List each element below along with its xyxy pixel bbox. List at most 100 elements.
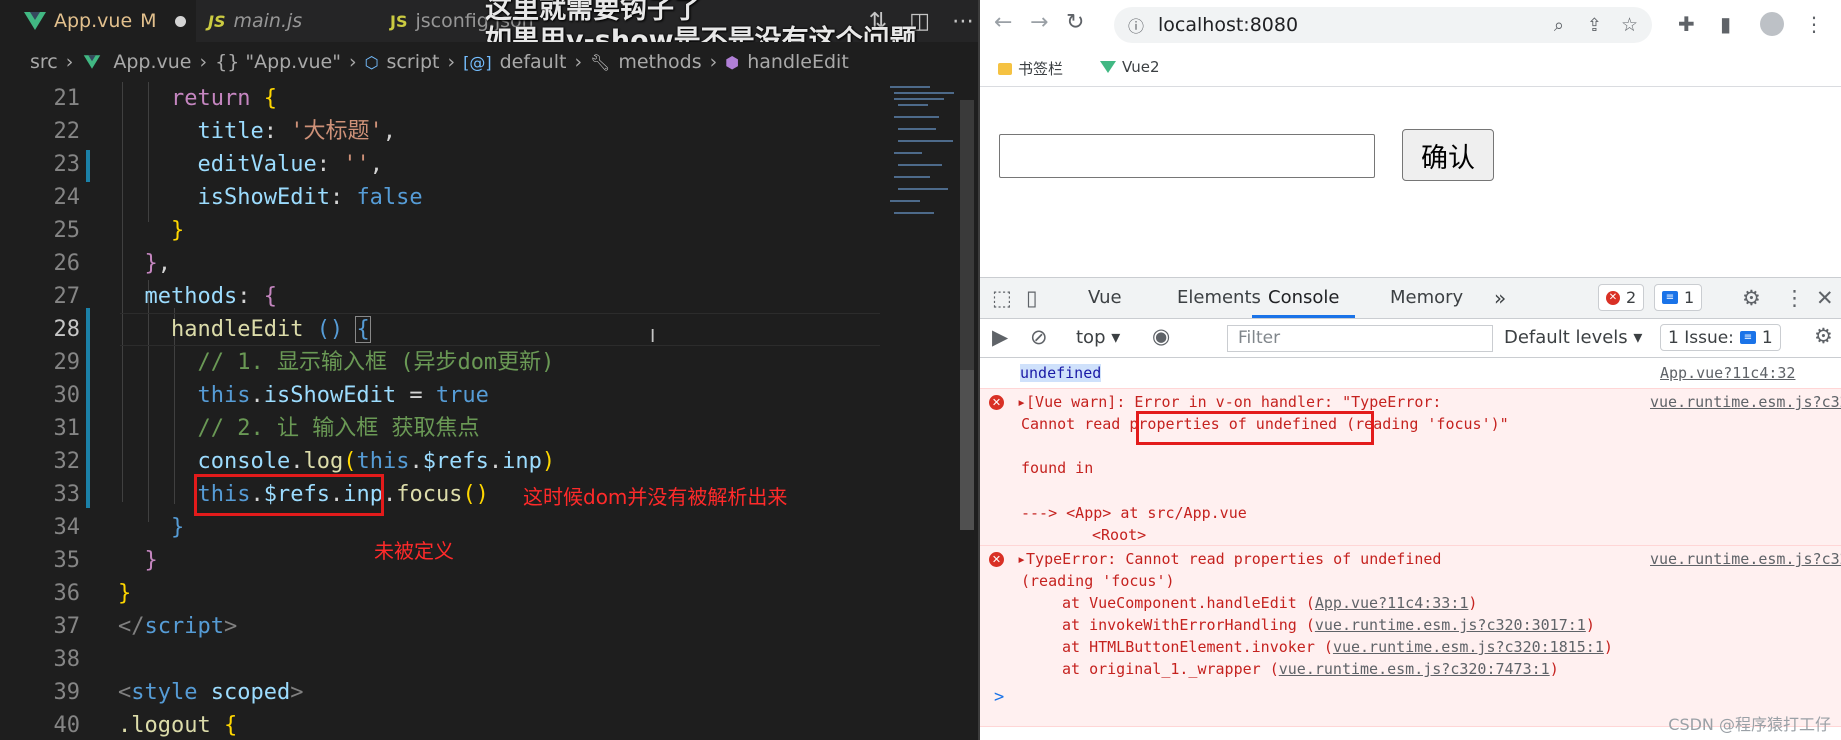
breadcrumb: src › App.vue › {} "App.vue" › ⬡ script …: [0, 42, 978, 82]
console-line: <Root>: [1092, 526, 1147, 544]
tab-console[interactable]: Console: [1252, 278, 1356, 318]
code-line: 23 editValue: '',: [53, 152, 383, 177]
chevron-right-icon: ›: [348, 51, 357, 73]
vue-warn-error-entry: ✕ ▸[Vue warn]: Error in v-on handler: "T…: [980, 388, 1841, 546]
more-tabs-icon[interactable]: »: [1494, 278, 1506, 318]
code-line: 26 },: [53, 251, 172, 276]
breadcrumb-item[interactable]: script: [387, 51, 440, 73]
browser-window: ← → ↻ ⓘ localhost:8080 ⌕ ⇪ ☆ ✚ ▮ ⋮ 书签栏 V…: [978, 0, 1841, 740]
annotation-dom-not-parsed: 这时候dom并没有被解析出来: [523, 485, 788, 509]
more-menu-icon[interactable]: ⋮: [1804, 12, 1824, 36]
site-info-icon[interactable]: ⓘ: [1128, 13, 1144, 37]
caption-line: 这里就需要钩子了: [485, 0, 701, 25]
editor-scroll-thumb[interactable]: [960, 370, 974, 530]
more-options-icon[interactable]: ⋮: [1784, 286, 1805, 310]
inspect-element-icon[interactable]: ⬚: [992, 286, 1012, 310]
clear-console-icon[interactable]: ⊘: [1030, 325, 1048, 349]
breadcrumb-item[interactable]: methods: [618, 51, 701, 73]
bookmark-label: Vue2: [1122, 58, 1160, 76]
tab-label: App.vue: [54, 10, 133, 32]
error-count-badge[interactable]: ✕ 2: [1598, 284, 1645, 311]
error-circle-icon: ✕: [989, 395, 1004, 410]
code-line: 36}: [53, 581, 132, 606]
context-selector[interactable]: top ▾: [1076, 327, 1120, 348]
code-line: 24 isShowEdit: false: [53, 185, 423, 210]
text-input[interactable]: [999, 134, 1375, 178]
back-arrow-icon[interactable]: ←: [994, 10, 1012, 35]
breadcrumb-item[interactable]: default: [500, 51, 567, 73]
tab-app-vue[interactable]: App.vue M: [0, 0, 196, 42]
wrench-icon: 🔧︎: [590, 52, 611, 72]
sidebar-toggle-icon[interactable]: ▶: [992, 325, 1008, 349]
code-line: 32 console.log(this.$refs.inp): [53, 449, 556, 474]
module-icon: [@]: [463, 52, 492, 72]
error-circle-icon: ✕: [989, 552, 1004, 567]
address-bar[interactable]: ⓘ localhost:8080 ⌕ ⇪ ☆: [1114, 7, 1652, 43]
method-icon: ⬢: [725, 52, 740, 72]
extensions-puzzle-icon[interactable]: ✚: [1678, 12, 1695, 36]
source-link[interactable]: App.vue?11c4:32: [1660, 364, 1795, 383]
message-icon: ≡: [1662, 291, 1678, 304]
stack-frame: at original_1._wrapper (vue.runtime.esm.…: [1062, 660, 1559, 678]
live-expression-eye-icon[interactable]: ◉: [1152, 324, 1170, 348]
watermark: CSDN @程序猿打工仔: [1668, 715, 1831, 734]
console-log-value: undefined: [1020, 364, 1102, 382]
code-line: 31 // 2. 让 输入框 获取焦点: [53, 416, 480, 441]
browser-toolbar: ← → ↻ ⓘ localhost:8080 ⌕ ⇪ ☆ ✚ ▮ ⋮: [980, 0, 1841, 50]
minimap[interactable]: [886, 82, 960, 232]
breadcrumb-item[interactable]: {} "App.vue": [215, 51, 341, 73]
issues-button[interactable]: 1 Issue: ≡ 1: [1660, 324, 1781, 351]
modified-indicator: M: [140, 10, 157, 32]
confirm-button[interactable]: 确认: [1402, 129, 1494, 181]
tab-main-js[interactable]: JS main.js: [208, 0, 368, 42]
console-line: ▸[Vue warn]: Error in v-on handler: "Typ…: [1017, 393, 1442, 411]
tab-label: main.js: [233, 10, 303, 32]
stack-frame: at VueComponent.handleEdit (App.vue?11c4…: [1062, 594, 1478, 612]
tab-elements[interactable]: Elements: [1177, 278, 1261, 318]
stack-frame: at invokeWithErrorHandling (vue.runtime.…: [1062, 616, 1595, 634]
source-link[interactable]: vue.runtime.esm.js?c320:3049: [1650, 550, 1841, 569]
tab-vue[interactable]: Vue: [1088, 278, 1122, 318]
console-toolbar: ▶ ⊘ top ▾ ◉ Filter Default levels ▾ 1 Is…: [980, 319, 1841, 358]
filter-input[interactable]: Filter: [1227, 325, 1493, 352]
console-output[interactable]: undefined App.vue?11c4:32 ✕ ▸[Vue warn]:…: [980, 358, 1841, 740]
chevron-right-icon: ›: [199, 51, 208, 73]
bookmark-folder[interactable]: 书签栏: [998, 58, 1063, 79]
forward-arrow-icon[interactable]: →: [1030, 10, 1048, 35]
message-count-badge[interactable]: ≡ 1: [1654, 284, 1703, 311]
log-levels-dropdown[interactable]: Default levels ▾: [1504, 327, 1642, 348]
code-area[interactable]: 21 return { 22 title: '大标题', 23 editValu…: [0, 82, 978, 740]
tab-memory[interactable]: Memory: [1390, 278, 1463, 318]
close-devtools-icon[interactable]: ✕: [1816, 286, 1834, 310]
code-line: 27 methods: {: [53, 284, 277, 309]
code-editor[interactable]: App.vue M JS main.js JS jsconfig.json ⇅ …: [0, 0, 978, 740]
breadcrumb-item[interactable]: handleEdit: [747, 51, 849, 73]
console-settings-gear-icon[interactable]: ⚙: [1814, 324, 1833, 348]
code-line: 40 .logout {: [53, 713, 238, 738]
more-actions-icon[interactable]: ⋯: [952, 9, 974, 34]
star-icon[interactable]: ☆: [1621, 14, 1638, 36]
reload-icon[interactable]: ↻: [1066, 10, 1084, 35]
source-link[interactable]: vue.runtime.esm.js?c320:4605: [1650, 393, 1841, 412]
share-icon[interactable]: ⇪: [1587, 15, 1602, 36]
breadcrumb-item[interactable]: src: [30, 51, 58, 73]
vue-file-icon: [84, 55, 101, 69]
profile-avatar[interactable]: [1760, 12, 1784, 36]
annotation-undefined: 未被定义: [374, 539, 454, 563]
chevron-right-icon: ›: [65, 51, 74, 73]
console-line: ▸TypeError: Cannot read properties of un…: [1017, 550, 1442, 568]
console-prompt[interactable]: >: [994, 688, 1004, 707]
breadcrumb-item[interactable]: App.vue: [113, 51, 191, 73]
console-line: ---> <App> at src/App.vue: [1021, 504, 1247, 522]
code-line: 25 }: [53, 218, 185, 243]
unsaved-dot-icon: [174, 15, 186, 27]
code-line: 39 <style scoped>: [53, 680, 304, 705]
bookmark-vue2[interactable]: Vue2: [1100, 58, 1160, 76]
highlight-box-refs-inp: [194, 474, 384, 516]
settings-gear-icon[interactable]: ⚙: [1742, 286, 1761, 310]
device-toolbar-icon[interactable]: ▯: [1026, 286, 1038, 310]
code-line: 38: [53, 647, 81, 672]
side-panel-icon[interactable]: ▮: [1720, 12, 1731, 36]
chevron-right-icon: ›: [574, 51, 583, 73]
zoom-icon[interactable]: ⌕: [1554, 15, 1564, 36]
